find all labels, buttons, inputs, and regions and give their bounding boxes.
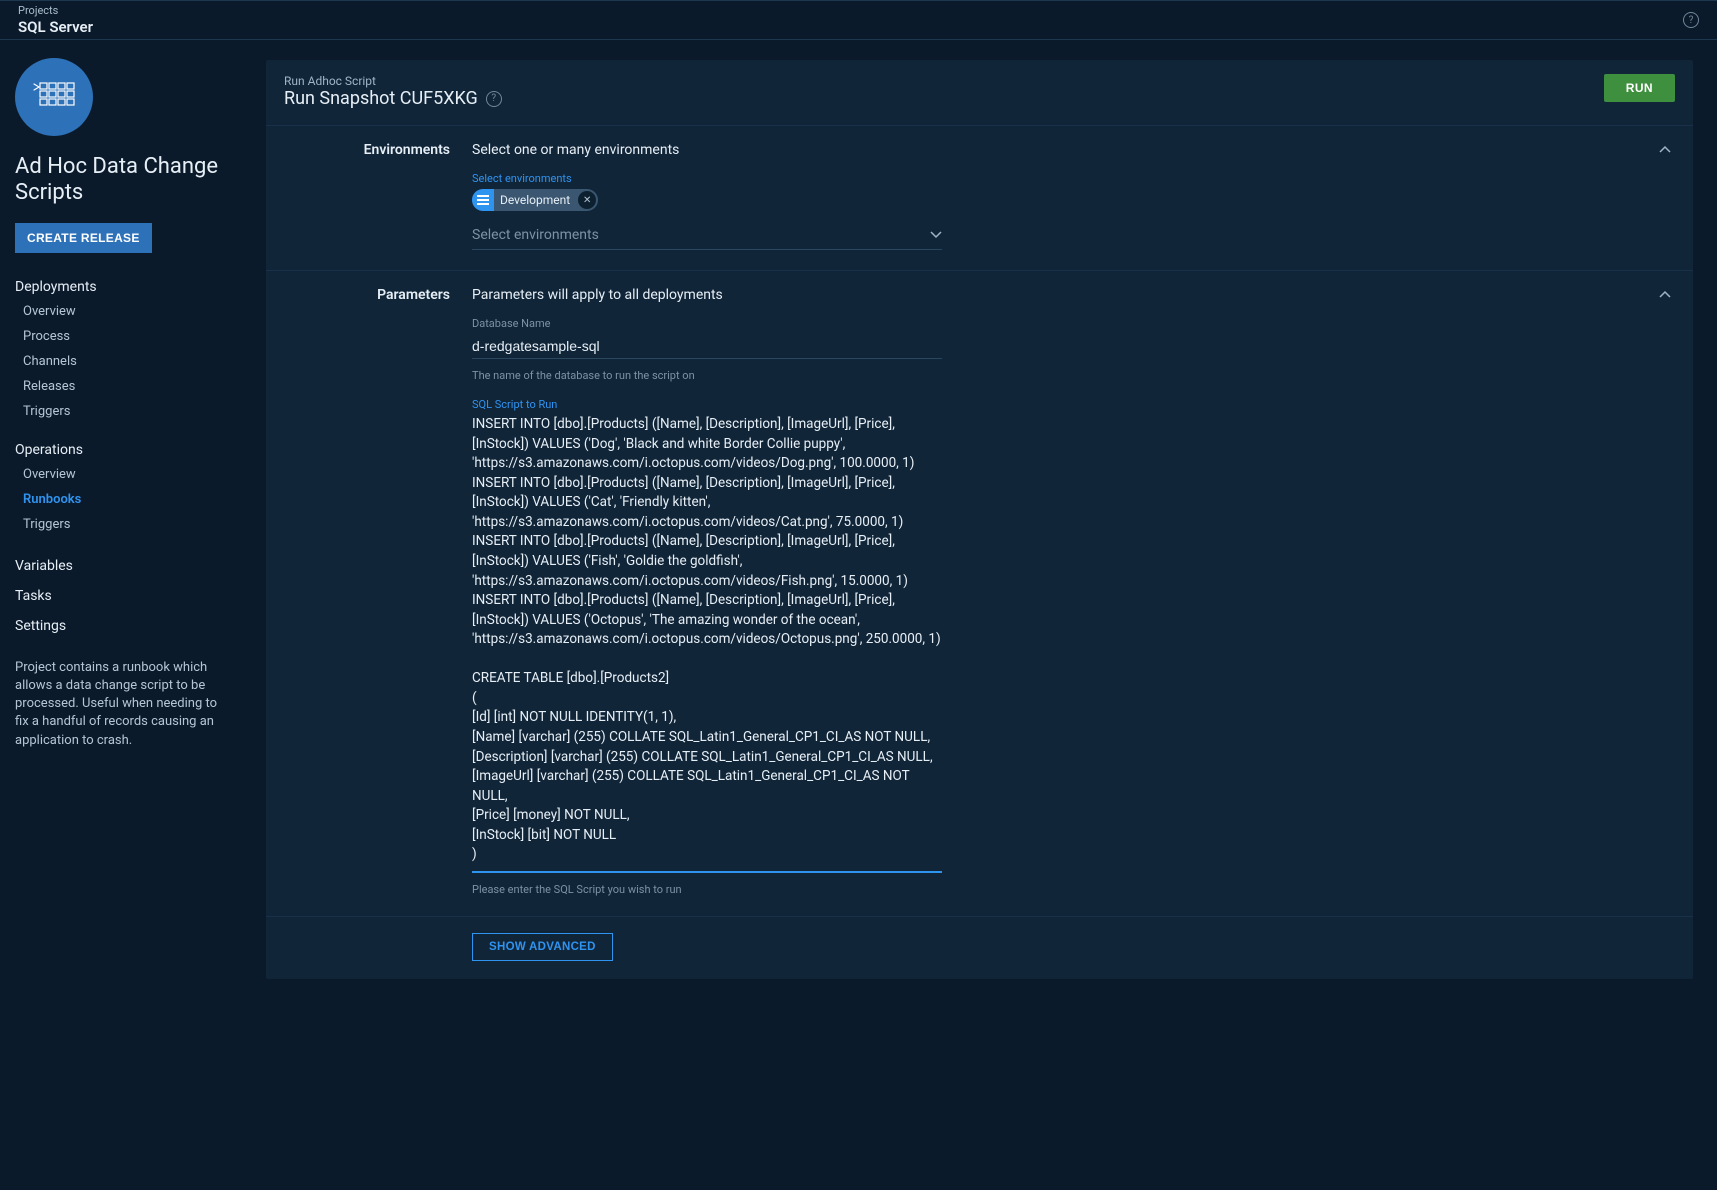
collapse-chevron-icon[interactable]: [1657, 287, 1673, 303]
main-content: Run Adhoc Script Run Snapshot CUF5XKG ? …: [248, 40, 1717, 1190]
nav-item-releases[interactable]: Releases: [15, 374, 233, 399]
env-chip-development: Development ✕: [472, 189, 598, 211]
nav-item-settings[interactable]: Settings: [15, 611, 233, 641]
env-select-placeholder: Select environments: [472, 227, 599, 243]
page-title: SQL Server: [18, 18, 93, 36]
environments-subtitle: Select one or many environments: [472, 142, 942, 158]
collapse-chevron-icon[interactable]: [1657, 142, 1673, 158]
panel-title: Run Snapshot CUF5XKG ?: [284, 88, 502, 109]
env-select[interactable]: Select environments: [472, 221, 942, 250]
nav-section-deployments: Deployments Overview Process Channels Re…: [15, 275, 233, 424]
show-advanced-button[interactable]: SHOW ADVANCED: [472, 933, 613, 961]
help-icon[interactable]: ?: [1683, 12, 1699, 28]
environments-section: Environments Select one or many environm…: [266, 126, 1693, 271]
nav-item-overview[interactable]: Overview: [15, 299, 233, 324]
sql-hint: Please enter the SQL Script you wish to …: [472, 883, 942, 896]
db-name-label: Database Name: [472, 317, 942, 330]
project-description: Project contains a runbook which allows …: [15, 659, 233, 750]
db-name-input[interactable]: [472, 334, 942, 359]
env-chips: Development ✕: [472, 189, 942, 211]
chevron-down-icon: [930, 227, 942, 243]
nav-header-deployments[interactable]: Deployments: [15, 275, 233, 299]
chip-remove-icon[interactable]: ✕: [578, 191, 596, 209]
topbar: Projects SQL Server ?: [0, 0, 1717, 40]
nav-item-runbooks[interactable]: Runbooks: [15, 487, 233, 512]
nav-section-operations: Operations Overview Runbooks Triggers: [15, 438, 233, 537]
nav-item-op-overview[interactable]: Overview: [15, 462, 233, 487]
db-name-hint: The name of the database to run the scri…: [472, 369, 942, 382]
create-release-button[interactable]: CREATE RELEASE: [15, 223, 152, 253]
nav-item-tasks[interactable]: Tasks: [15, 581, 233, 611]
grid-icon: [32, 82, 76, 112]
nav-item-op-triggers[interactable]: Triggers: [15, 512, 233, 537]
nav-item-triggers[interactable]: Triggers: [15, 399, 233, 424]
run-button[interactable]: RUN: [1604, 74, 1675, 102]
sidebar: Ad Hoc Data Change Scripts CREATE RELEAS…: [0, 40, 248, 1190]
nav-item-process[interactable]: Process: [15, 324, 233, 349]
parameters-label: Parameters: [284, 287, 472, 896]
info-icon[interactable]: ?: [486, 91, 502, 107]
environment-icon: [472, 189, 494, 211]
parameters-subtitle: Parameters will apply to all deployments: [472, 287, 942, 303]
panel-title-text: Run Snapshot CUF5XKG: [284, 88, 478, 109]
breadcrumb: Projects SQL Server: [18, 4, 93, 35]
panel-header: Run Adhoc Script Run Snapshot CUF5XKG ? …: [266, 60, 1693, 126]
project-title: Ad Hoc Data Change Scripts: [15, 154, 233, 207]
run-panel: Run Adhoc Script Run Snapshot CUF5XKG ? …: [266, 60, 1693, 979]
environments-label: Environments: [284, 142, 472, 250]
nav-header-operations[interactable]: Operations: [15, 438, 233, 462]
nav-item-variables[interactable]: Variables: [15, 551, 233, 581]
show-advanced-row: SHOW ADVANCED: [266, 917, 1693, 979]
env-field-label: Select environments: [472, 172, 942, 185]
panel-subtitle: Run Adhoc Script: [284, 74, 502, 88]
env-chip-label: Development: [494, 193, 578, 207]
project-logo: [15, 58, 93, 136]
parameters-section: Parameters Parameters will apply to all …: [266, 271, 1693, 917]
sql-script-input[interactable]: INSERT INTO [dbo].[Products] ([Name], [D…: [472, 415, 942, 873]
nav-item-channels[interactable]: Channels: [15, 349, 233, 374]
sql-label: SQL Script to Run: [472, 398, 942, 411]
breadcrumb-parent[interactable]: Projects: [18, 4, 93, 17]
